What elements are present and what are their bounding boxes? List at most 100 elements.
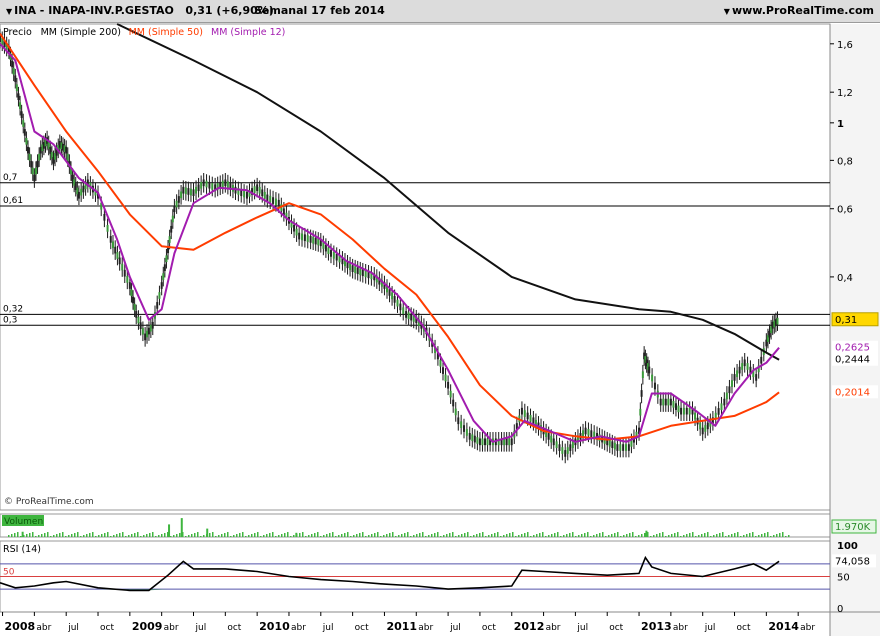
volume-bar	[431, 534, 433, 537]
volume-bar	[272, 532, 274, 537]
volume-bar	[257, 532, 259, 537]
price-candle	[410, 313, 413, 321]
price-candle	[630, 440, 633, 447]
price-candle	[659, 398, 662, 406]
volume-bar	[299, 533, 301, 537]
volume-bar	[533, 535, 535, 537]
volume-bar	[125, 536, 127, 537]
price-candle	[137, 316, 140, 324]
x-tick-label: 2014	[768, 620, 799, 633]
price-badge-text: 0,31	[835, 315, 857, 326]
x-tick-label: jul	[449, 623, 461, 633]
volume-bar	[488, 535, 490, 537]
y-tick-label: 0,6	[837, 205, 853, 216]
volume-bar	[677, 532, 679, 537]
price-candle	[11, 60, 14, 68]
volume-bar	[47, 532, 49, 537]
price-candle	[121, 263, 124, 271]
price-candle	[80, 188, 83, 196]
price-candle	[694, 412, 697, 420]
price-candle	[393, 296, 396, 303]
volume-bar	[212, 532, 214, 537]
price-candle	[106, 225, 109, 232]
volume-bar	[32, 532, 34, 537]
price-candle	[613, 442, 616, 450]
volume-bar	[419, 533, 421, 537]
volume-bar	[503, 535, 505, 537]
volume-bar	[260, 536, 262, 537]
volume-bar	[437, 532, 439, 537]
volume-bar	[473, 535, 475, 537]
x-tick-label: jul	[322, 623, 334, 633]
price-candle	[478, 438, 481, 446]
price-candle	[258, 186, 261, 194]
volume-bar	[227, 532, 229, 537]
volume-bar	[422, 532, 424, 537]
volume-bar	[680, 536, 682, 537]
volume-spike	[295, 532, 298, 537]
price-candle	[449, 390, 452, 398]
volume-bar	[359, 533, 361, 537]
volume-bar	[632, 532, 634, 537]
price-candle	[14, 75, 17, 83]
volume-bar	[242, 532, 244, 537]
volume-bar	[578, 535, 580, 537]
price-candle	[208, 181, 211, 189]
price-candle	[460, 421, 463, 428]
volume-bar	[128, 535, 130, 537]
price-candle	[677, 405, 680, 413]
volume-bar	[179, 533, 181, 537]
price-candle	[335, 253, 338, 261]
volume-bar	[785, 536, 787, 537]
rsi-label: RSI (14)	[3, 544, 41, 555]
volume-bar	[602, 532, 604, 537]
volume-bar	[131, 534, 133, 537]
volume-bar	[68, 535, 70, 537]
price-candle	[301, 233, 304, 241]
volume-bar	[662, 532, 664, 537]
price-candle	[324, 244, 327, 252]
volume-bar	[752, 532, 754, 537]
price-candle	[454, 408, 457, 416]
price-candle	[473, 435, 476, 443]
volume-bar	[101, 534, 103, 537]
price-candle	[189, 188, 192, 196]
volume-bar	[500, 536, 502, 537]
volume-bar	[425, 536, 427, 537]
price-candle	[151, 321, 154, 329]
rsi-tick-label: 100	[837, 541, 858, 552]
volume-bar	[80, 536, 82, 537]
price-candle	[639, 408, 642, 416]
price-candle	[561, 447, 564, 454]
volume-bar	[620, 536, 622, 537]
price-candle	[170, 225, 173, 233]
price-candle	[36, 160, 39, 168]
volume-bar	[245, 536, 247, 537]
price-candle	[669, 398, 672, 406]
volume-bar	[635, 536, 637, 537]
volume-bar	[254, 533, 256, 537]
price-candle	[653, 382, 656, 390]
price-candle	[109, 236, 112, 243]
volume-bar	[764, 533, 766, 537]
volume-bar	[506, 534, 508, 537]
volume-bar	[725, 536, 727, 537]
volume-bar	[365, 536, 367, 537]
price-candle	[349, 263, 352, 271]
volume-bar	[467, 532, 469, 537]
price-candle	[180, 191, 183, 199]
volume-bar	[347, 532, 349, 537]
price-candle	[211, 183, 214, 190]
price-candle	[648, 366, 651, 374]
volume-bar	[701, 534, 703, 537]
volume-bar	[224, 533, 226, 537]
volume-bar	[512, 532, 514, 537]
price-candle	[65, 146, 68, 154]
volume-bar	[344, 533, 346, 537]
price-candle	[738, 366, 741, 374]
volume-bar	[302, 532, 304, 537]
volume-bar	[593, 535, 595, 537]
volume-bar	[707, 532, 709, 537]
volume-bar	[104, 533, 106, 537]
volume-bar	[161, 534, 163, 537]
